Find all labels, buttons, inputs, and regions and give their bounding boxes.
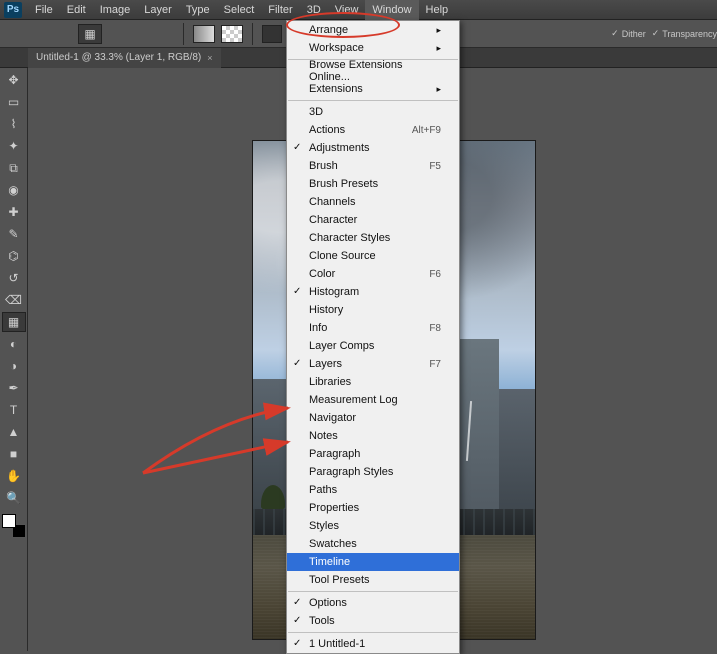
gradient-transparency-swatch[interactable]: [221, 25, 243, 43]
menu-3d[interactable]: 3D: [300, 0, 328, 20]
dither-checkbox[interactable]: Dither: [611, 28, 646, 39]
window-menu-dropdown: Arrange▸Workspace▸ Browse Extensions Onli…: [286, 20, 460, 654]
active-tool-indicator[interactable]: ▦: [78, 24, 102, 44]
window-menu-brush[interactable]: BrushF5: [287, 157, 459, 175]
menu-separator: [288, 632, 458, 633]
zoom-tool[interactable]: 🔍: [2, 488, 26, 508]
window-menu-swatches[interactable]: Swatches: [287, 535, 459, 553]
menu-separator: [288, 100, 458, 101]
window-menu-notes[interactable]: Notes: [287, 427, 459, 445]
window-menu-styles[interactable]: Styles: [287, 517, 459, 535]
tools-panel: ✥▭⌇✦⧉◉✚✎⌬↺⌫▦◐◑✒T▲■✋🔍: [0, 68, 28, 651]
window-menu-history[interactable]: History: [287, 301, 459, 319]
rectangle-tool[interactable]: ■: [2, 444, 26, 464]
menu-shortcut: F8: [429, 323, 441, 334]
window-menu-libraries[interactable]: Libraries: [287, 373, 459, 391]
window-menu-paragraph-styles[interactable]: Paragraph Styles: [287, 463, 459, 481]
chevron-right-icon: ▸: [436, 84, 441, 95]
window-menu-navigator[interactable]: Navigator: [287, 409, 459, 427]
window-menu-timeline[interactable]: Timeline: [287, 553, 459, 571]
canvas-area[interactable]: Arrange▸Workspace▸Browse Extensions Onli…: [28, 68, 717, 651]
window-menu-3d[interactable]: 3D: [287, 103, 459, 121]
window-menu-extensions[interactable]: Extensions▸: [287, 80, 459, 98]
document-tab-title: Untitled-1 @ 33.3% (Layer 1, RGB/8): [36, 48, 201, 68]
window-menu-tools[interactable]: Tools: [287, 612, 459, 630]
dodge-tool[interactable]: ◑: [2, 356, 26, 376]
transparency-checkbox[interactable]: Transparency: [652, 28, 717, 39]
document-tab[interactable]: Untitled-1 @ 33.3% (Layer 1, RGB/8) ×: [28, 48, 221, 68]
chevron-right-icon: ▸: [436, 43, 441, 54]
eraser-tool[interactable]: ⌫: [2, 290, 26, 310]
window-menu-layers[interactable]: LayersF7: [287, 355, 459, 373]
eyedropper-tool[interactable]: ◉: [2, 180, 26, 200]
lasso-tool[interactable]: ⌇: [2, 114, 26, 134]
window-menu-character-styles[interactable]: Character Styles: [287, 229, 459, 247]
clone-stamp-tool[interactable]: ⌬: [2, 246, 26, 266]
window-menu-character[interactable]: Character: [287, 211, 459, 229]
window-menu-channels[interactable]: Channels: [287, 193, 459, 211]
window-menu-browse-extensions-online[interactable]: Browse Extensions Online...: [287, 62, 459, 80]
window-menu-paths[interactable]: Paths: [287, 481, 459, 499]
menu-layer[interactable]: Layer: [137, 0, 179, 20]
menu-file[interactable]: File: [28, 0, 60, 20]
menu-window[interactable]: Window: [365, 0, 418, 20]
history-brush-tool[interactable]: ↺: [2, 268, 26, 288]
menu-shortcut: F7: [429, 359, 441, 370]
menu-edit[interactable]: Edit: [60, 0, 93, 20]
window-menu-paragraph[interactable]: Paragraph: [287, 445, 459, 463]
window-menu-options[interactable]: Options: [287, 594, 459, 612]
menu-help[interactable]: Help: [419, 0, 456, 20]
menu-type[interactable]: Type: [179, 0, 217, 20]
brush-tool[interactable]: ✎: [2, 224, 26, 244]
window-menu-1-untitled-1[interactable]: 1 Untitled-1: [287, 635, 459, 653]
window-menu-layer-comps[interactable]: Layer Comps: [287, 337, 459, 355]
menu-view[interactable]: View: [328, 0, 366, 20]
window-menu-clone-source[interactable]: Clone Source: [287, 247, 459, 265]
gradient-preview-swatch[interactable]: [193, 25, 215, 43]
marquee-tool[interactable]: ▭: [2, 92, 26, 112]
window-menu-arrange[interactable]: Arrange▸: [287, 21, 459, 39]
window-menu-actions[interactable]: ActionsAlt+F9: [287, 121, 459, 139]
window-menu-adjustments[interactable]: Adjustments: [287, 139, 459, 157]
menu-separator: [288, 591, 458, 592]
menu-filter[interactable]: Filter: [261, 0, 299, 20]
photoshop-app-icon: Ps: [4, 2, 22, 18]
type-tool[interactable]: T: [2, 400, 26, 420]
hand-tool[interactable]: ✋: [2, 466, 26, 486]
window-menu-color[interactable]: ColorF6: [287, 265, 459, 283]
menubar: Ps FileEditImageLayerTypeSelectFilter3DV…: [0, 0, 717, 20]
window-menu-tool-presets[interactable]: Tool Presets: [287, 571, 459, 589]
window-menu-measurement-log[interactable]: Measurement Log: [287, 391, 459, 409]
menu-shortcut: F6: [429, 269, 441, 280]
gradient-tool[interactable]: ▦: [2, 312, 26, 332]
pen-tool[interactable]: ✒: [2, 378, 26, 398]
window-menu-workspace[interactable]: Workspace▸: [287, 39, 459, 57]
healing-brush-tool[interactable]: ✚: [2, 202, 26, 222]
gradient-linear-button[interactable]: [262, 25, 282, 43]
color-swatches[interactable]: [2, 514, 26, 538]
window-menu-brush-presets[interactable]: Brush Presets: [287, 175, 459, 193]
menu-image[interactable]: Image: [93, 0, 138, 20]
window-menu-info[interactable]: InfoF8: [287, 319, 459, 337]
magic-wand-tool[interactable]: ✦: [2, 136, 26, 156]
menu-shortcut: F5: [429, 161, 441, 172]
menu-shortcut: Alt+F9: [412, 125, 441, 136]
close-icon[interactable]: ×: [207, 48, 212, 68]
blur-tool[interactable]: ◐: [2, 334, 26, 354]
window-menu-histogram[interactable]: Histogram: [287, 283, 459, 301]
crop-tool[interactable]: ⧉: [2, 158, 26, 178]
move-tool[interactable]: ✥: [2, 70, 26, 90]
menu-select[interactable]: Select: [217, 0, 262, 20]
path-selection-tool[interactable]: ▲: [2, 422, 26, 442]
window-menu-properties[interactable]: Properties: [287, 499, 459, 517]
chevron-right-icon: ▸: [436, 25, 441, 36]
